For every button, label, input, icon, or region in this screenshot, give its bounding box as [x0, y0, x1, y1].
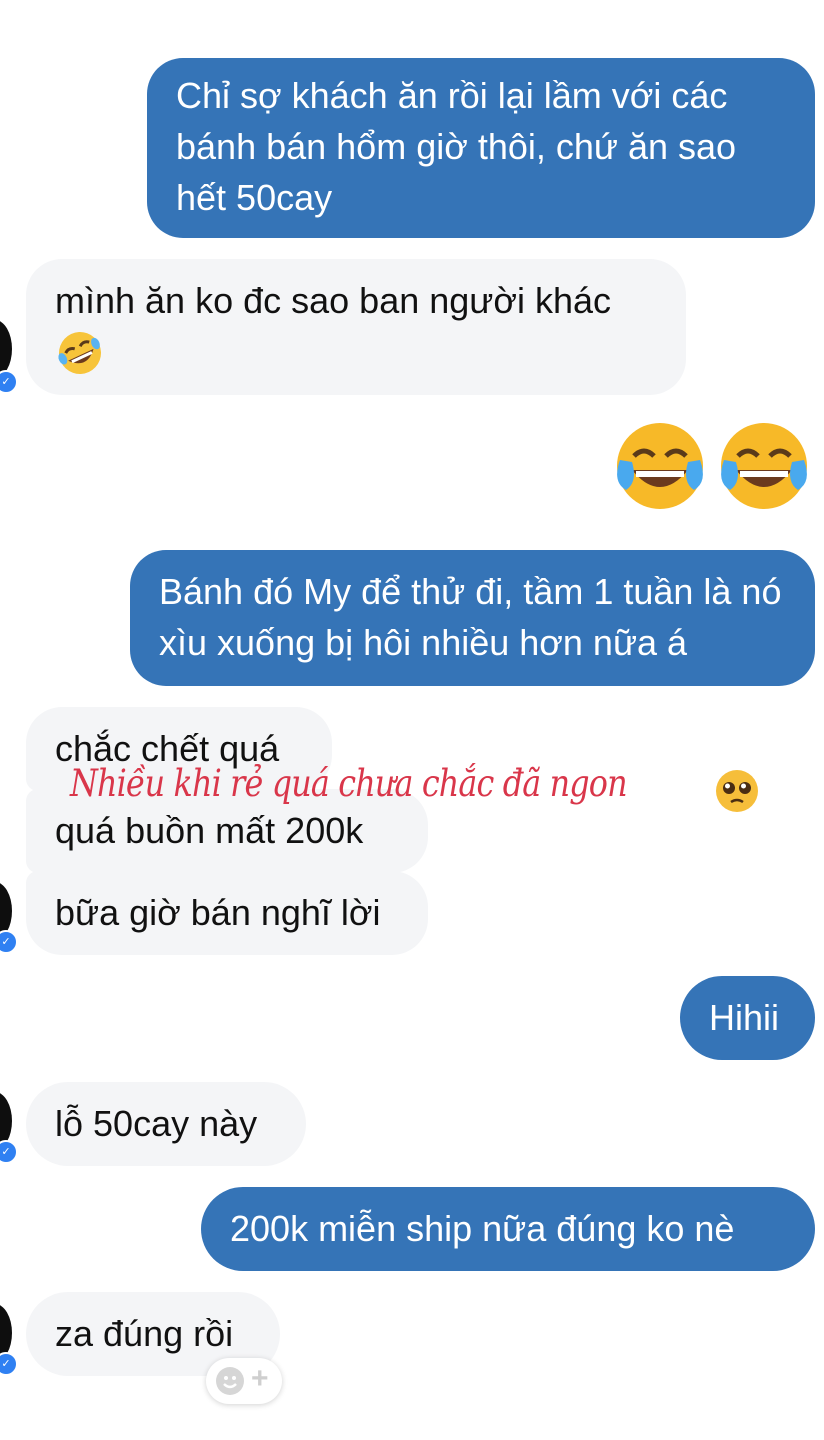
- message-bubble-outgoing[interactable]: Hihii: [680, 976, 815, 1060]
- message-text: za đúng rồi: [55, 1313, 234, 1354]
- emoji-message[interactable]: [612, 420, 812, 512]
- message-text: 200k miễn ship nữa đúng ko nè: [230, 1208, 735, 1249]
- message-text: mình ăn ko đc sao ban người khác: [55, 280, 612, 321]
- message-text: lỗ 50cay này: [55, 1103, 258, 1144]
- message-text: Hihii: [709, 997, 780, 1038]
- plus-icon: +: [251, 1362, 269, 1395]
- message-bubble-incoming[interactable]: mình ăn ko đc sao ban người khác: [26, 259, 686, 395]
- add-reaction-button[interactable]: +: [206, 1358, 282, 1404]
- overlay-caption: Nhiều khi rẻ quá chưa chắc đã ngon: [70, 762, 628, 805]
- message-bubble-incoming[interactable]: lỗ 50cay này: [26, 1082, 306, 1166]
- verified-icon: ✓: [0, 370, 18, 394]
- message-bubble-incoming[interactable]: bữa giờ bán nghĩ lời: [26, 871, 428, 955]
- message-text: bữa giờ bán nghĩ lời: [55, 892, 381, 933]
- message-bubble-outgoing[interactable]: Bánh đó My để thử đi, tầm 1 tuần là nó x…: [130, 550, 815, 686]
- verified-icon: ✓: [0, 1140, 18, 1164]
- message-text: Chỉ sợ khách ăn rồi lại lầm với các bánh…: [176, 75, 737, 218]
- message-text: Bánh đó My để thử đi, tầm 1 tuần là nó x…: [159, 571, 782, 663]
- pleading-face-icon: [716, 770, 758, 812]
- message-bubble-outgoing[interactable]: Chỉ sợ khách ăn rồi lại lầm với các bánh…: [147, 58, 815, 238]
- overlay-text: Nhiều khi rẻ quá chưa chắc đã ngon: [70, 762, 628, 805]
- message-text: quá buồn mất 200k: [55, 810, 364, 851]
- verified-icon: ✓: [0, 1352, 18, 1376]
- face-with-tears-of-joy-icon: [721, 423, 807, 509]
- message-bubble-outgoing[interactable]: 200k miễn ship nữa đúng ko nè: [201, 1187, 815, 1271]
- add-reaction-icon: [216, 1367, 244, 1395]
- verified-icon: ✓: [0, 930, 18, 954]
- face-with-tears-of-joy-icon: [617, 423, 703, 509]
- rolling-on-floor-laughing-icon: [58, 332, 101, 374]
